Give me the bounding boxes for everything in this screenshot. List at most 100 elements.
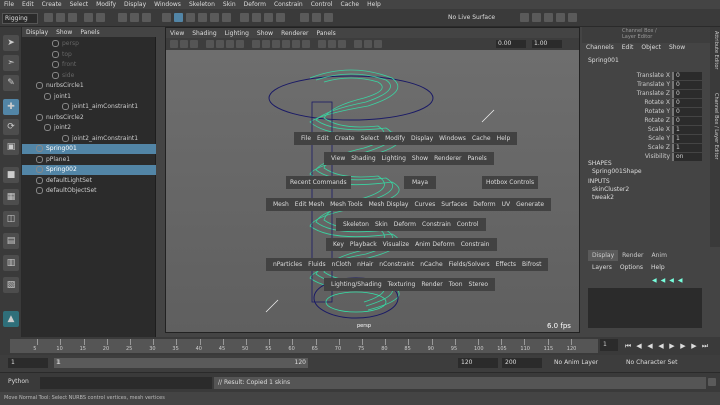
selection-mask-icon[interactable] xyxy=(162,13,171,22)
step-back-icon[interactable]: ◀ xyxy=(635,342,643,350)
channel-box-object-name[interactable]: Spring001 xyxy=(588,57,619,64)
hypershade-layout-icon[interactable]: ▧ xyxy=(3,277,19,293)
render-frame-icon[interactable] xyxy=(252,13,261,22)
rotate-tool-icon[interactable]: ⟳ xyxy=(3,119,19,135)
bookmark-icon[interactable] xyxy=(180,40,188,48)
viewport-menu-lighting[interactable]: Lighting xyxy=(221,30,253,37)
redo-icon[interactable] xyxy=(96,13,105,22)
ipr-render-icon[interactable] xyxy=(264,13,273,22)
menu-skin[interactable]: Skin xyxy=(219,1,240,8)
menu-deform[interactable]: Deform xyxy=(240,1,270,8)
magnet-icon[interactable] xyxy=(312,13,321,22)
hotbox-item-display[interactable]: Display xyxy=(408,135,436,142)
step-forward-key-icon[interactable]: ▶ xyxy=(679,342,687,350)
undo-icon[interactable] xyxy=(84,13,93,22)
menu-windows[interactable]: Windows xyxy=(150,1,185,8)
current-frame-field[interactable]: 1 xyxy=(600,339,618,351)
image-plane-icon[interactable] xyxy=(190,40,198,48)
menu-help[interactable]: Help xyxy=(363,1,385,8)
go-to-end-icon[interactable]: ⏭ xyxy=(701,342,709,350)
scale-tool-icon[interactable]: ▣ xyxy=(3,139,19,155)
channel-attr-value[interactable]: 1 xyxy=(672,126,702,134)
menu-skeleton[interactable]: Skeleton xyxy=(185,1,219,8)
channel-menu-edit[interactable]: Edit xyxy=(618,44,638,54)
playback-end-field[interactable]: 120 xyxy=(458,358,498,368)
save-scene-icon[interactable] xyxy=(68,13,77,22)
hotbox-item-playback[interactable]: Playback xyxy=(347,241,380,248)
viewport-menu-show[interactable]: Show xyxy=(253,30,277,37)
new-scene-icon[interactable] xyxy=(44,13,53,22)
wireframe-on-shaded-icon[interactable] xyxy=(272,40,280,48)
hotbox-item-skin[interactable]: Skin xyxy=(372,221,391,228)
channel-attr-value[interactable]: 0 xyxy=(672,72,702,80)
open-scene-icon[interactable] xyxy=(56,13,65,22)
no-live-surface[interactable]: No Live Surface xyxy=(436,13,499,23)
start-time-field[interactable]: 1 xyxy=(8,358,48,368)
hotbox-item-visualize[interactable]: Visualize xyxy=(380,241,412,248)
select-hierarchy-icon[interactable] xyxy=(118,13,127,22)
outliner-menu-display[interactable]: Display xyxy=(22,29,52,36)
end-time-field[interactable]: 200 xyxy=(502,358,542,368)
menu-edit[interactable]: Edit xyxy=(18,1,38,8)
range-bar[interactable]: 1 120 xyxy=(54,358,308,368)
character-set-selector[interactable]: No Character Set xyxy=(626,358,677,368)
play-backwards-icon[interactable]: ◀ xyxy=(657,342,665,350)
grid-icon[interactable] xyxy=(206,40,214,48)
outliner-row[interactable]: nurbsCircle1 xyxy=(22,81,156,91)
snap-view-icon[interactable] xyxy=(222,13,231,22)
viewport-canvas[interactable]: File Edit Create Select Modify Display Windows… xyxy=(166,50,579,332)
layer-tab-display[interactable]: Display xyxy=(588,250,619,261)
outliner-row[interactable]: top xyxy=(22,50,156,60)
script-editor-icon[interactable] xyxy=(708,378,716,386)
snap-curve-icon[interactable] xyxy=(198,13,207,22)
hotbox-item-mesh-display[interactable]: Mesh Display xyxy=(366,201,412,208)
channel-attr-value[interactable]: 0 xyxy=(672,108,702,116)
command-language[interactable]: Python xyxy=(8,378,29,385)
hotbox-item-skeleton[interactable]: Skeleton xyxy=(340,221,372,228)
sidebar-toggle-icon[interactable] xyxy=(520,13,529,22)
hotbox-maya-button[interactable]: Maya xyxy=(404,176,437,189)
hotbox-item-lighting-shading[interactable]: Lighting/Shading xyxy=(328,281,385,288)
two-pane-layout-icon[interactable]: ◫ xyxy=(3,211,19,227)
camera-icon[interactable] xyxy=(324,13,333,22)
hotbox-controls[interactable]: Hotbox Controls xyxy=(482,176,539,189)
move-tool-icon[interactable]: ✚ xyxy=(3,99,19,115)
hotbox-item-texturing[interactable]: Texturing xyxy=(385,281,419,288)
channel-box-icon[interactable] xyxy=(568,13,577,22)
hotbox-item-edit[interactable]: Edit xyxy=(314,135,332,142)
layer-list[interactable] xyxy=(588,288,702,328)
hotbox-item-constrain[interactable]: Constrain xyxy=(419,221,454,228)
modeling-toolkit-icon[interactable] xyxy=(532,13,541,22)
outliner-row[interactable]: front xyxy=(22,60,156,70)
hotbox-item-nhair[interactable]: nHair xyxy=(354,261,376,268)
history-icon[interactable] xyxy=(240,13,249,22)
channel-attr-value[interactable]: on xyxy=(672,153,702,161)
hotbox-item-mesh-tools[interactable]: Mesh Tools xyxy=(327,201,365,208)
hotbox-item-toon[interactable]: Toon xyxy=(446,281,466,288)
tab-attribute-editor[interactable]: Attribute Editor xyxy=(711,31,719,91)
hotbox-item-bifrost[interactable]: Bifrost xyxy=(519,261,544,268)
exposure-field[interactable]: 0.00 xyxy=(496,40,526,48)
step-forward-icon[interactable]: ▶ xyxy=(690,342,698,350)
hotbox-recent-commands[interactable]: Recent Commands xyxy=(286,176,351,189)
textured-icon[interactable] xyxy=(282,40,290,48)
hotbox-item-renderer[interactable]: Renderer xyxy=(431,155,464,162)
hotbox-item-generate[interactable]: Generate xyxy=(513,201,547,208)
select-object-icon[interactable] xyxy=(130,13,139,22)
snap-grid-icon[interactable] xyxy=(186,13,195,22)
resolution-gate-icon[interactable] xyxy=(226,40,234,48)
menu-modify[interactable]: Modify xyxy=(92,1,120,8)
menu-display[interactable]: Display xyxy=(120,1,150,8)
hotbox-item-surfaces[interactable]: Surfaces xyxy=(438,201,470,208)
channel-menu-show[interactable]: Show xyxy=(665,44,689,54)
outliner-row[interactable]: joint2 xyxy=(22,123,156,133)
hotbox-item-constrain[interactable]: Constrain xyxy=(458,241,493,248)
menu-set-selector[interactable]: Rigging xyxy=(2,13,38,24)
hotbox-item-mesh[interactable]: Mesh xyxy=(270,201,292,208)
channel-attr-value[interactable]: 0 xyxy=(672,81,702,89)
hotbox-item-curves[interactable]: Curves xyxy=(411,201,438,208)
isolate-select-icon[interactable] xyxy=(354,40,362,48)
outliner-row[interactable]: joint1_aimConstraint1 xyxy=(22,102,156,112)
channel-attr-value[interactable]: 0 xyxy=(672,117,702,125)
channel-attr-value[interactable]: 1 xyxy=(672,144,702,152)
